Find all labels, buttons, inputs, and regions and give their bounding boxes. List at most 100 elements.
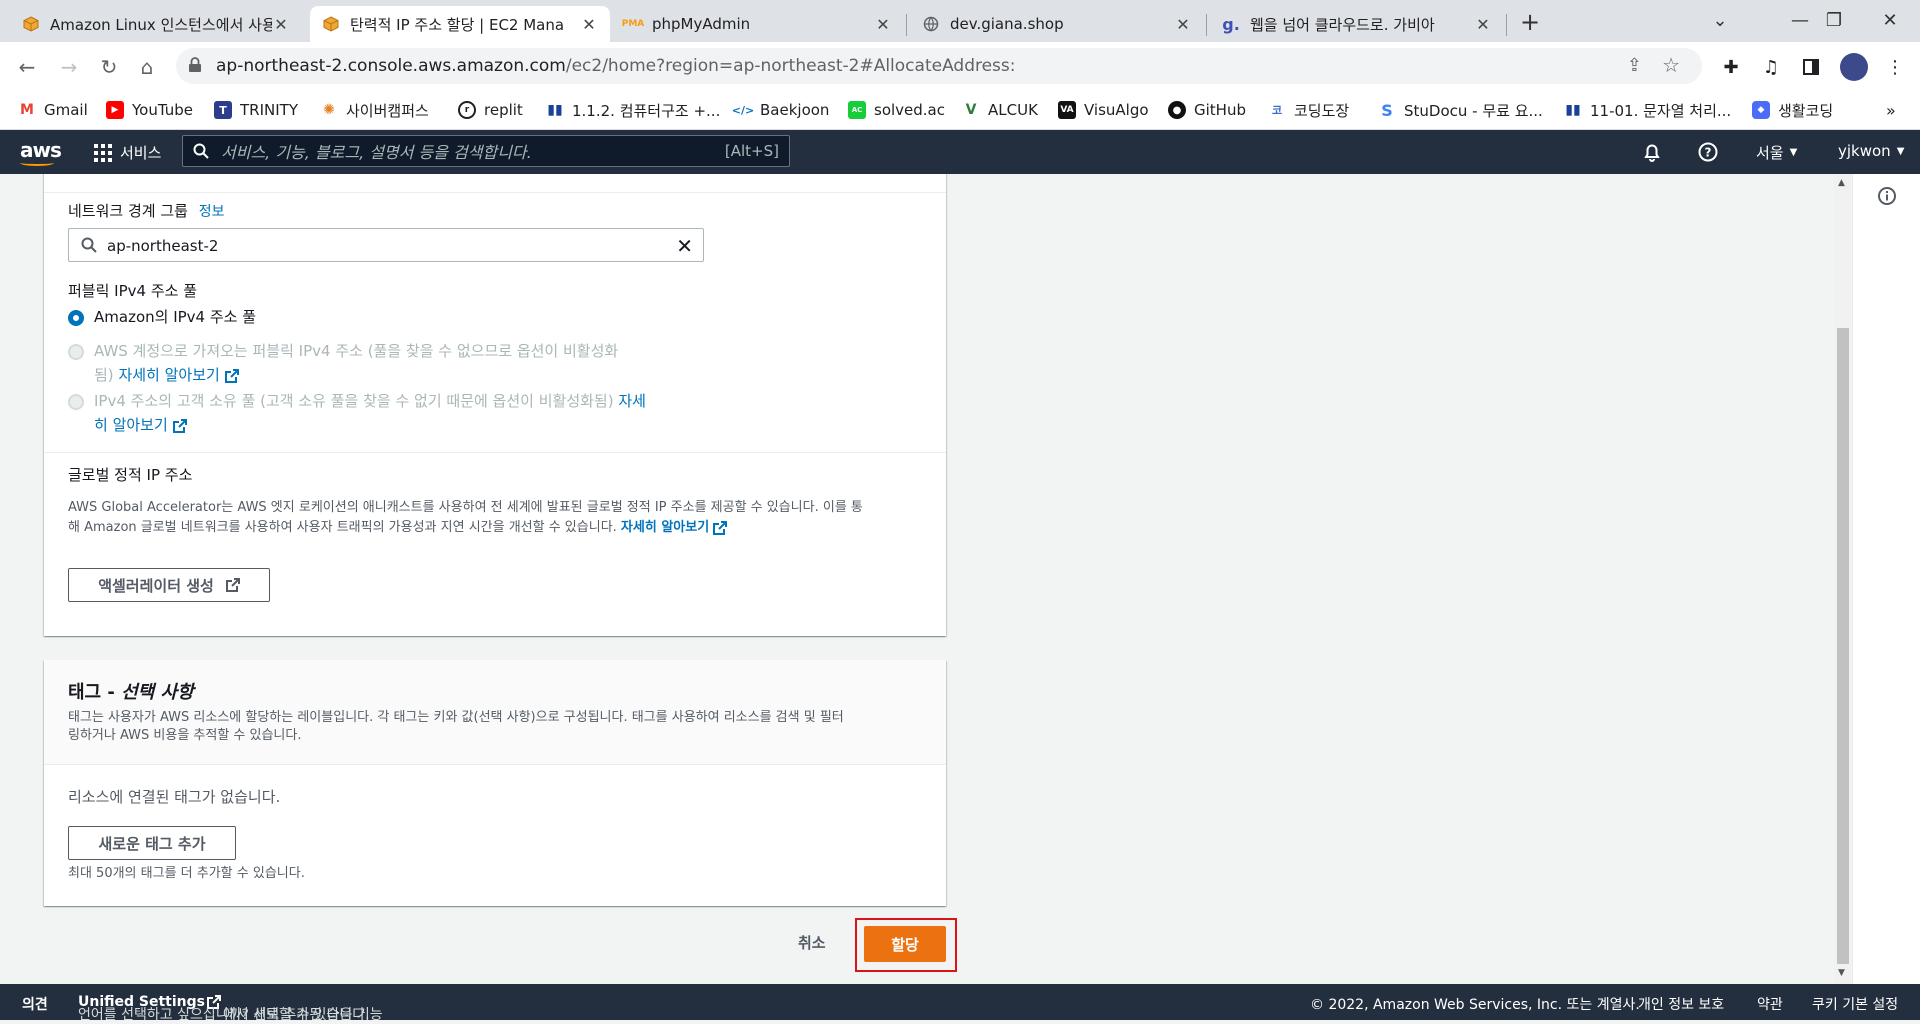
- bookmark-cyber-campus[interactable]: ✺ 사이버캠퍼스: [320, 98, 429, 122]
- close-tab-icon[interactable]: ✕: [272, 15, 290, 34]
- feedback-link[interactable]: 의견: [22, 994, 48, 1014]
- search-icon: [81, 237, 97, 253]
- reload-icon[interactable]: ↻: [94, 52, 124, 82]
- tags-header-divider: [44, 764, 946, 765]
- visualgo-icon: VA: [1058, 101, 1076, 119]
- back-arrow-icon[interactable]: ←: [12, 52, 42, 82]
- bookmark-baekjoon[interactable]: </> Baekjoon: [732, 98, 830, 122]
- bookmark-replit[interactable]: r replit: [458, 98, 523, 122]
- browser-tab-active[interactable]: 탄력적 IP 주소 할당 | EC2 Mana ✕: [310, 6, 610, 42]
- extensions-puzzle-icon[interactable]: ✚: [1718, 54, 1744, 80]
- bookmark-studocu[interactable]: S StuDocu - 무료 요...: [1378, 98, 1543, 122]
- network-border-group-info-link[interactable]: 정보: [199, 204, 225, 220]
- privacy-link[interactable]: 개인 정보 보호: [1638, 994, 1724, 1014]
- tab-title: phpMyAdmin: [652, 15, 751, 33]
- bookmark-alcuk[interactable]: V ALCUK: [962, 98, 1038, 122]
- network-border-group-input[interactable]: [107, 235, 647, 257]
- language-prompt: 언어를 선택하고 싶으십니까? 새로 추가된 다음 기능 Unified Sett…: [78, 994, 383, 1023]
- aws-search-box[interactable]: [Alt+S]: [182, 135, 790, 167]
- replit-icon: r: [458, 101, 476, 119]
- terms-link[interactable]: 약관: [1757, 994, 1783, 1014]
- close-tab-icon[interactable]: ✕: [874, 15, 892, 34]
- coding-dojang-icon: 코: [1271, 104, 1283, 117]
- bookmark-computer-architecture[interactable]: ▮▮ 1.1.2. 컴퓨터구조 +...: [546, 98, 720, 122]
- profile-avatar[interactable]: [1840, 53, 1868, 81]
- grid-menu-icon: [94, 143, 112, 162]
- clear-input-icon[interactable]: ✕: [676, 234, 693, 258]
- chrome-menu-icon[interactable]: ⋮: [1882, 54, 1908, 80]
- tag-limit-text: 최대 50개의 태그를 더 추가할 수 있습니다.: [68, 866, 305, 881]
- aws-console-nav: aws 서비스 [Alt+S] ? 서울▼ yjkwon▼: [0, 130, 1920, 174]
- close-tab-icon[interactable]: ✕: [1474, 15, 1492, 34]
- help-icon[interactable]: ?: [1698, 142, 1718, 162]
- bookmark-visualgo[interactable]: VA VisuAlgo: [1058, 98, 1149, 122]
- tab-separator: [906, 14, 907, 36]
- byoip-learn-more-link[interactable]: 자세히 알아보기: [118, 366, 219, 384]
- tab-separator: [1506, 14, 1507, 36]
- elastic-ip-settings-panel: 네트워크 경계 그룹 정보 ✕ 퍼블릭 IPv4 주소 풀 Amazon의 IP…: [44, 174, 946, 636]
- browser-tab[interactable]: Amazon Linux 인스턴스에서 사용 ✕: [10, 6, 302, 42]
- side-panel-icon[interactable]: [1798, 54, 1824, 80]
- page-scrollbar[interactable]: ▲ ▼: [1834, 174, 1852, 984]
- bookmark-solved-ac[interactable]: AC solved.ac: [848, 98, 945, 122]
- close-tab-icon[interactable]: ✕: [580, 15, 598, 34]
- cookie-preferences-link[interactable]: 쿠키 기본 설정: [1812, 994, 1898, 1014]
- forward-arrow-icon[interactable]: →: [54, 52, 84, 82]
- bookmark-string-processing[interactable]: ▮▮ 11-01. 문자열 처리...: [1564, 98, 1731, 122]
- bookmark-github[interactable]: ● GitHub: [1168, 98, 1246, 122]
- radio-customer-owned-pool[interactable]: [68, 394, 84, 410]
- scroll-up-arrow-icon[interactable]: ▲: [1838, 178, 1845, 188]
- new-tab-icon[interactable]: +: [1520, 8, 1540, 36]
- services-menu-button[interactable]: 서비스: [94, 142, 161, 163]
- allocate-button[interactable]: 할당: [864, 926, 946, 962]
- gabia-icon: g.: [1222, 14, 1240, 34]
- scroll-down-arrow-icon[interactable]: ▼: [1838, 968, 1845, 978]
- option-amazon-ipv4-pool-label: Amazon의 IPv4 주소 풀: [94, 308, 257, 326]
- customer-owned-learn-more-link-2[interactable]: 히 알아보기: [94, 416, 168, 434]
- bookmark-gmail[interactable]: M Gmail: [18, 98, 88, 122]
- add-new-tag-button[interactable]: 새로운 태그 추가: [68, 826, 236, 860]
- browser-tab-strip: Amazon Linux 인스턴스에서 사용 ✕ 탄력적 IP 주소 할당 | …: [0, 0, 1920, 42]
- customer-owned-learn-more-link-1[interactable]: 자세: [618, 392, 646, 410]
- bookmark-youtube[interactable]: ▶ YouTube: [106, 98, 193, 122]
- phpmyadmin-icon: PMA: [621, 19, 645, 29]
- no-tags-text: 리소스에 연결된 태그가 없습니다.: [68, 788, 281, 806]
- region-selector[interactable]: 서울 ▼: [1756, 142, 1797, 163]
- radio-byoip-pool[interactable]: [68, 344, 84, 360]
- cancel-button[interactable]: 취소: [798, 932, 826, 953]
- browser-tab[interactable]: dev.giana.shop ✕: [910, 6, 1204, 42]
- aws-search-input[interactable]: [221, 140, 701, 164]
- github-icon: ●: [1168, 101, 1186, 119]
- restore-icon[interactable]: ❐: [1804, 0, 1864, 40]
- notifications-bell-icon[interactable]: [1642, 142, 1662, 162]
- url-bar[interactable]: ap-northeast-2.console.aws.amazon.com/ec…: [176, 48, 1702, 84]
- home-icon[interactable]: ⌂: [132, 52, 162, 82]
- network-border-group-field[interactable]: ✕: [68, 228, 704, 262]
- scrollbar-thumb[interactable]: [1837, 328, 1849, 964]
- panel-header-divider: [44, 192, 946, 193]
- option-customer-owned-pool-label-2: 히 알아보기: [94, 414, 187, 435]
- tab-search-chevron-icon[interactable]: ⌄: [1690, 0, 1750, 40]
- bookmark-trinity[interactable]: T TRINITY: [214, 98, 298, 122]
- bookmark-star-icon[interactable]: ☆: [1662, 53, 1680, 77]
- tags-desc-2: 링하거나 AWS 비용을 추적할 수 있습니다.: [68, 728, 302, 743]
- create-accelerator-button[interactable]: 액셀러레이터 생성: [68, 568, 270, 602]
- radio-amazon-ipv4-pool[interactable]: [68, 310, 84, 326]
- bookmark-coding-dojang[interactable]: 코 코딩도장: [1268, 98, 1349, 122]
- bookmarks-overflow-icon[interactable]: »: [1886, 98, 1896, 122]
- close-tab-icon[interactable]: ✕: [1174, 15, 1192, 34]
- tab-separator: [1206, 14, 1207, 36]
- info-icon[interactable]: [1877, 186, 1897, 206]
- global-accelerator-desc-2: 해 Amazon 글로벌 네트워크를 사용하여 사용자 트래픽의 가용성과 지연…: [68, 518, 728, 538]
- browser-tab[interactable]: PMA phpMyAdmin ✕: [612, 6, 904, 42]
- share-icon[interactable]: ⇪: [1627, 55, 1642, 76]
- close-window-icon[interactable]: ✕: [1860, 0, 1920, 40]
- lock-icon: [189, 57, 201, 72]
- media-control-icon[interactable]: ♫: [1758, 54, 1784, 80]
- global-accelerator-learn-more-link[interactable]: 자세히 알아보기: [621, 520, 709, 535]
- account-menu[interactable]: yjkwon ▼: [1838, 142, 1904, 160]
- tab-title: dev.giana.shop: [950, 15, 1064, 33]
- aws-logo[interactable]: aws: [20, 138, 62, 166]
- browser-tab[interactable]: g. 웹을 넘어 클라우드로. 가비아 ✕: [1210, 6, 1504, 42]
- bookmark-opentutorials[interactable]: ◆ 생활코딩: [1752, 98, 1833, 122]
